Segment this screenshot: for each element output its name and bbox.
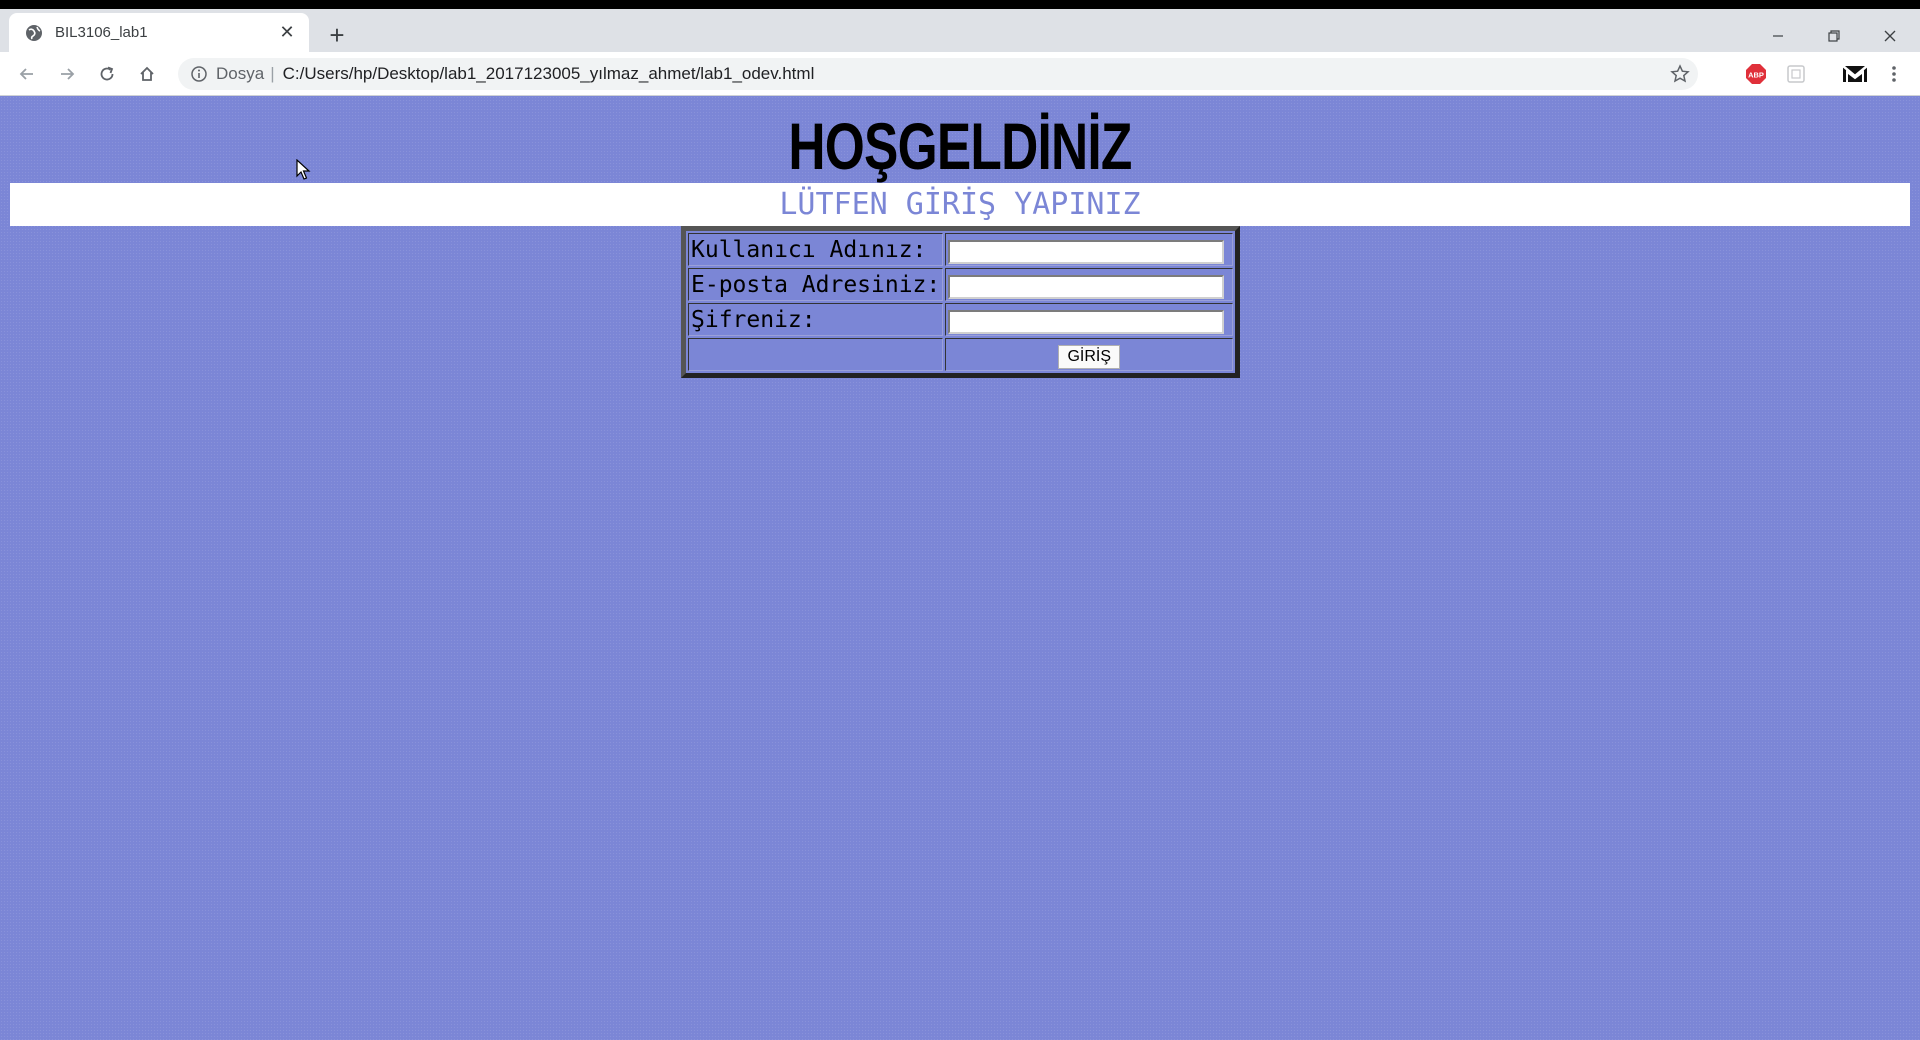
username-input[interactable] xyxy=(948,239,1225,264)
mailvelope-icon[interactable] xyxy=(1840,62,1870,86)
submit-cell: GİRİŞ xyxy=(945,338,1234,371)
password-input[interactable] xyxy=(948,309,1225,334)
form-row-submit: GİRİŞ xyxy=(688,338,1234,371)
browser-toolbar: Dosya | C:/Users/hp/Desktop/lab1_2017123… xyxy=(0,52,1920,96)
address-bar[interactable]: Dosya | C:/Users/hp/Desktop/lab1_2017123… xyxy=(178,58,1698,90)
back-arrow-icon[interactable] xyxy=(11,58,43,90)
password-cell xyxy=(945,303,1234,336)
username-label: Kullanıcı Adınız: xyxy=(688,233,944,266)
email-input[interactable] xyxy=(948,274,1225,299)
tab-active[interactable]: BIL3106_lab1 ✕ xyxy=(9,13,309,52)
window-top-strip xyxy=(0,0,1920,9)
minimize-icon[interactable] xyxy=(1750,18,1806,54)
globe-icon xyxy=(25,24,43,42)
page-content: HOŞGELDİNİZ LÜTFEN GİRİŞ YAPINIZ Kullanı… xyxy=(0,96,1920,1040)
close-icon[interactable]: ✕ xyxy=(277,22,297,43)
login-button[interactable]: GİRİŞ xyxy=(1058,344,1121,369)
forward-arrow-icon[interactable] xyxy=(51,58,83,90)
home-icon[interactable] xyxy=(131,58,163,90)
menu-kebab-icon[interactable] xyxy=(1882,62,1906,86)
svg-text:ABP: ABP xyxy=(1748,71,1764,80)
restore-icon[interactable] xyxy=(1806,18,1862,54)
form-row-username: Kullanıcı Adınız: xyxy=(688,233,1234,266)
tab-bar: BIL3106_lab1 ✕ + xyxy=(0,9,1920,52)
info-icon[interactable] xyxy=(188,63,210,85)
email-cell xyxy=(945,268,1234,301)
new-tab-button[interactable]: + xyxy=(323,20,351,50)
page-heading: HOŞGELDİNİZ xyxy=(788,109,1132,183)
window-close-icon[interactable] xyxy=(1862,18,1918,54)
empty-cell xyxy=(688,338,944,371)
address-separator: | xyxy=(270,64,275,83)
form-row-password: Şifreniz: xyxy=(688,303,1234,336)
reload-icon[interactable] xyxy=(91,58,123,90)
extension-placeholder-icon[interactable] xyxy=(1784,62,1808,86)
bookmark-star-icon[interactable] xyxy=(1668,62,1692,86)
email-label: E-posta Adresiniz: xyxy=(688,268,944,301)
login-form: Kullanıcı Adınız: E-posta Adresiniz: Şif… xyxy=(681,226,1241,378)
password-label: Şifreniz: xyxy=(688,303,944,336)
abp-icon[interactable]: ABP xyxy=(1744,62,1768,86)
mouse-pointer-icon xyxy=(296,158,312,181)
scheme-label: Dosya xyxy=(216,64,265,83)
url-text[interactable]: C:/Users/hp/Desktop/lab1_2017123005_yılm… xyxy=(283,64,815,84)
tab-title: BIL3106_lab1 xyxy=(55,24,148,41)
form-row-email: E-posta Adresiniz: xyxy=(688,268,1234,301)
page-subheading: LÜTFEN GİRİŞ YAPINIZ xyxy=(10,183,1910,226)
username-cell xyxy=(945,233,1234,266)
